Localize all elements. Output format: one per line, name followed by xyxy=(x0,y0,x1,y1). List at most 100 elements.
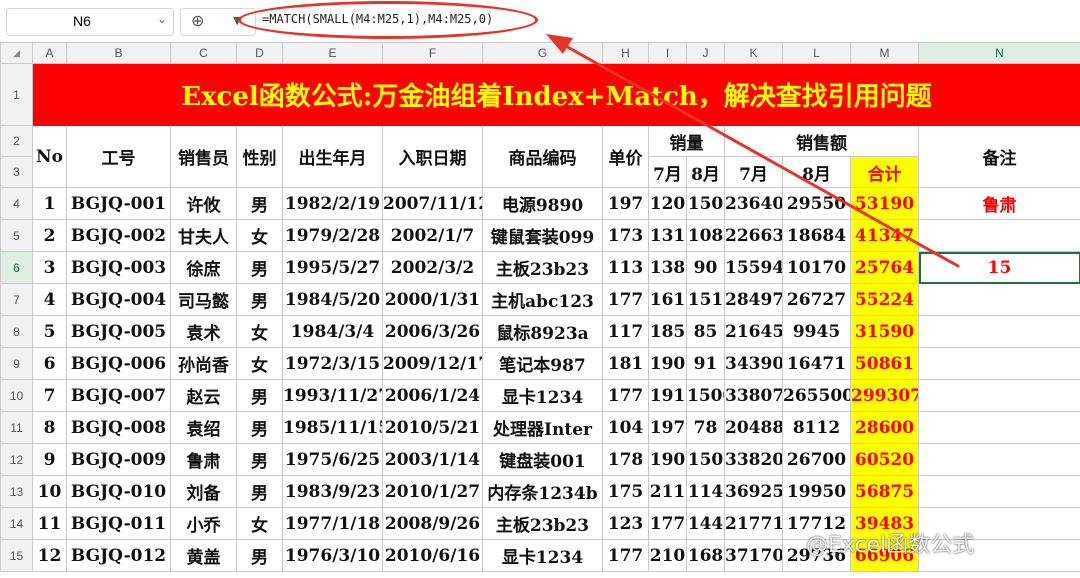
cell-unit-price[interactable]: 177 xyxy=(602,379,649,412)
cell-qty-july[interactable]: 161 xyxy=(648,283,687,316)
cell-unit-price[interactable]: 175 xyxy=(602,475,649,508)
cell-total[interactable]: 299307 xyxy=(850,379,919,412)
cell-qty-august[interactable]: 150 xyxy=(686,443,725,476)
cell-gender[interactable]: 女 xyxy=(236,315,283,348)
cell-gender[interactable]: 男 xyxy=(236,251,283,284)
row-number[interactable]: 7 xyxy=(0,283,33,316)
cell-qty-july[interactable]: 177 xyxy=(648,507,687,540)
column-header-c[interactable]: C xyxy=(170,42,237,64)
cell-amount-july[interactable]: 28497 xyxy=(724,283,783,316)
cell-birth-date[interactable]: 1979/2/28 xyxy=(282,219,383,252)
cell-note[interactable] xyxy=(918,379,1080,412)
cell-employee-id[interactable]: BGJQ-009 xyxy=(66,443,171,476)
column-header-m[interactable]: M xyxy=(850,42,919,64)
cell-qty-august[interactable]: 168 xyxy=(686,539,725,572)
cell-amount-august[interactable]: 8112 xyxy=(782,411,851,444)
cell-amount-july[interactable]: 33807 xyxy=(724,379,783,412)
sheet-title[interactable]: Excel函数公式:万金油组着Index+Match，解决查找引用问题 xyxy=(32,63,1080,126)
row-number[interactable]: 14 xyxy=(0,507,33,540)
cell-amount-august[interactable]: 9945 xyxy=(782,315,851,348)
row-number[interactable]: 8 xyxy=(0,315,33,348)
cell-employee-id[interactable]: BGJQ-001 xyxy=(66,187,171,220)
cell-no[interactable]: 7 xyxy=(32,379,67,412)
cell-no[interactable]: 11 xyxy=(32,507,67,540)
header-sales-qty[interactable]: 销量 xyxy=(648,125,725,157)
cell-no[interactable]: 12 xyxy=(32,539,67,572)
cell-amount-august[interactable]: 26700 xyxy=(782,443,851,476)
cell-gender[interactable]: 男 xyxy=(236,443,283,476)
cell-qty-july[interactable]: 185 xyxy=(648,315,687,348)
cell-unit-price[interactable]: 113 xyxy=(602,251,649,284)
cell-amount-july[interactable]: 33820 xyxy=(724,443,783,476)
cell-qty-august[interactable]: 114 xyxy=(686,475,725,508)
row-number[interactable]: 4 xyxy=(0,187,33,220)
cell-qty-august[interactable]: 108 xyxy=(686,219,725,252)
cell-product-code[interactable]: 鼠标8923a xyxy=(482,315,603,348)
row-number[interactable]: 2 xyxy=(0,125,33,157)
header-total[interactable]: 合计 xyxy=(850,156,919,188)
header-hire-date[interactable]: 入职日期 xyxy=(382,125,483,188)
cell-employee-id[interactable]: BGJQ-006 xyxy=(66,347,171,380)
cell-employee-id[interactable]: BGJQ-005 xyxy=(66,315,171,348)
cell-qty-july[interactable]: 131 xyxy=(648,219,687,252)
cell-gender[interactable]: 男 xyxy=(236,411,283,444)
cell-salesperson[interactable]: 黄盖 xyxy=(170,539,237,572)
cell-qty-july[interactable]: 190 xyxy=(648,443,687,476)
cell-unit-price[interactable]: 117 xyxy=(602,315,649,348)
cell-qty-august[interactable]: 78 xyxy=(686,411,725,444)
cell-birth-date[interactable]: 1985/11/15 xyxy=(282,411,383,444)
column-header-k[interactable]: K xyxy=(724,42,783,64)
cell-no[interactable]: 6 xyxy=(32,347,67,380)
cell-qty-july[interactable]: 211 xyxy=(648,475,687,508)
cell-birth-date[interactable]: 1977/1/18 xyxy=(282,507,383,540)
cell-amount-july[interactable]: 23640 xyxy=(724,187,783,220)
cell-qty-july[interactable]: 191 xyxy=(648,379,687,412)
cell-note[interactable] xyxy=(918,219,1080,252)
cell-gender[interactable]: 女 xyxy=(236,219,283,252)
header-employee-id[interactable]: 工号 xyxy=(66,125,171,188)
column-header-l[interactable]: L xyxy=(782,42,851,64)
cell-birth-date[interactable]: 1975/6/25 xyxy=(282,443,383,476)
header-qty-august[interactable]: 8月 xyxy=(686,156,725,188)
cell-amount-august[interactable]: 265500 xyxy=(782,379,851,412)
cell-amount-july[interactable]: 36925 xyxy=(724,475,783,508)
active-cell[interactable]: 15 xyxy=(918,251,1080,284)
cell-employee-id[interactable]: BGJQ-008 xyxy=(66,411,171,444)
header-unit-price[interactable]: 单价 xyxy=(602,125,649,188)
cell-gender[interactable]: 女 xyxy=(236,347,283,380)
cell-hire-date[interactable]: 2006/1/24 xyxy=(382,379,483,412)
cell-hire-date[interactable]: 2003/1/14 xyxy=(382,443,483,476)
cell-qty-august[interactable]: 151 xyxy=(686,283,725,316)
row-number[interactable]: 3 xyxy=(0,156,33,188)
cell-note[interactable] xyxy=(918,347,1080,380)
column-header-d[interactable]: D xyxy=(236,42,283,64)
cell-salesperson[interactable]: 司马懿 xyxy=(170,283,237,316)
cell-qty-august[interactable]: 91 xyxy=(686,347,725,380)
column-header-b[interactable]: B xyxy=(66,42,171,64)
cell-note[interactable]: 鲁肃 xyxy=(918,187,1080,220)
column-header-g[interactable]: G xyxy=(482,42,603,64)
cell-no[interactable]: 1 xyxy=(32,187,67,220)
cell-gender[interactable]: 女 xyxy=(236,507,283,540)
cell-unit-price[interactable]: 177 xyxy=(602,539,649,572)
cell-hire-date[interactable]: 2009/12/17 xyxy=(382,347,483,380)
cell-employee-id[interactable]: BGJQ-003 xyxy=(66,251,171,284)
cell-unit-price[interactable]: 123 xyxy=(602,507,649,540)
cell-note[interactable] xyxy=(918,283,1080,316)
column-header-e[interactable]: E xyxy=(282,42,383,64)
cell-hire-date[interactable]: 2002/1/7 xyxy=(382,219,483,252)
cell-hire-date[interactable]: 2010/5/21 xyxy=(382,411,483,444)
cell-product-code[interactable]: 主板23b23 xyxy=(482,507,603,540)
cell-salesperson[interactable]: 鲁肃 xyxy=(170,443,237,476)
cell-unit-price[interactable]: 197 xyxy=(602,187,649,220)
cell-salesperson[interactable]: 徐庶 xyxy=(170,251,237,284)
cell-note[interactable] xyxy=(918,443,1080,476)
header-no[interactable]: No xyxy=(32,125,67,188)
cell-total[interactable]: 55224 xyxy=(850,283,919,316)
cell-amount-august[interactable]: 19950 xyxy=(782,475,851,508)
row-number[interactable]: 9 xyxy=(0,347,33,380)
cell-amount-august[interactable]: 29550 xyxy=(782,187,851,220)
cell-note[interactable] xyxy=(918,315,1080,348)
cell-birth-date[interactable]: 1972/3/15 xyxy=(282,347,383,380)
cell-amount-august[interactable]: 26727 xyxy=(782,283,851,316)
